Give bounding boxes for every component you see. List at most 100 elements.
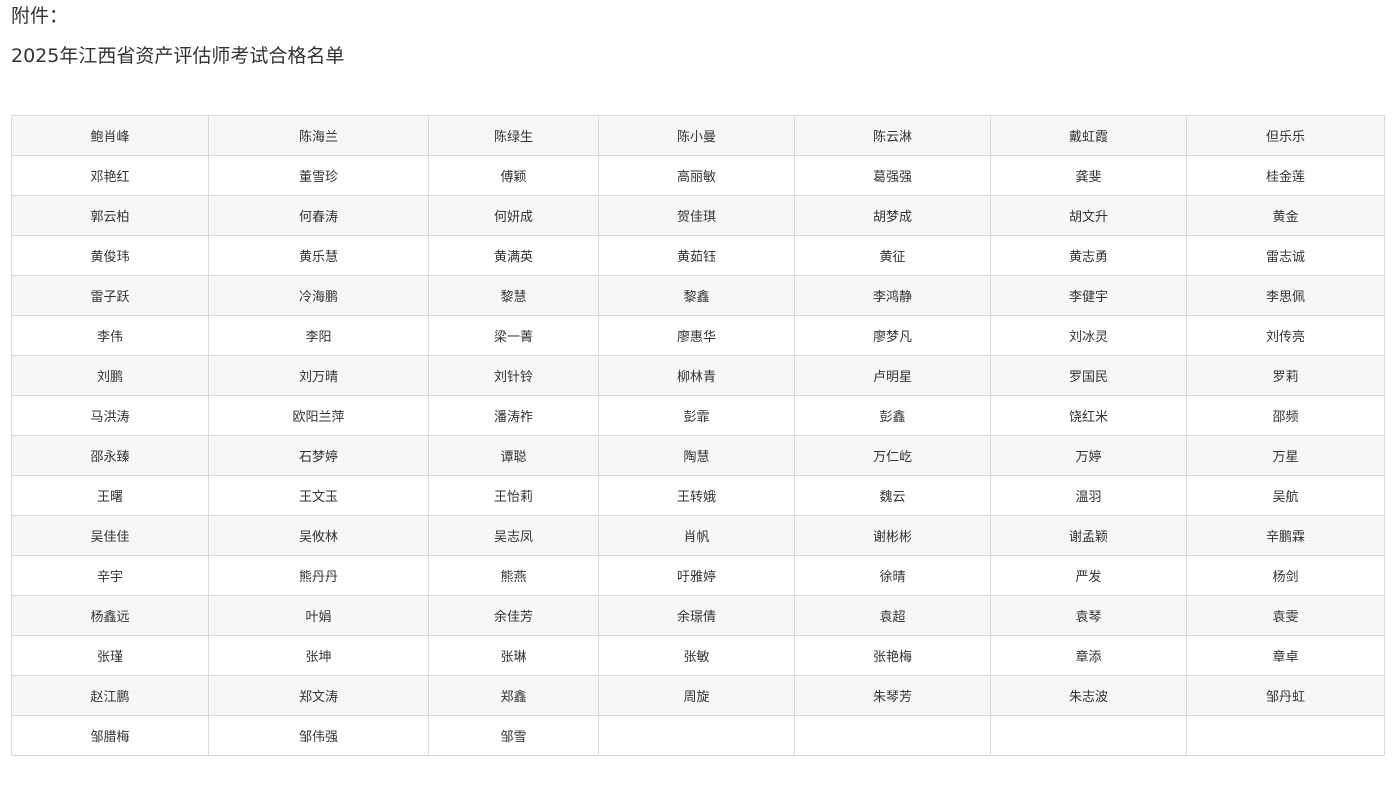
name-cell: 王文玉 [208, 475, 429, 516]
name-cell: 张敏 [598, 635, 795, 676]
name-cell: 雷子跃 [11, 275, 209, 316]
name-cell: 邵永臻 [11, 435, 209, 476]
name-cell: 马洪涛 [11, 395, 209, 436]
name-cell: 刘针铃 [428, 355, 599, 396]
name-cell: 谭聪 [428, 435, 599, 476]
name-cell: 廖梦凡 [794, 315, 991, 356]
name-cell: 谢彬彬 [794, 515, 991, 556]
name-cell: 王曙 [11, 475, 209, 516]
table-row: 王曙 王文玉 王怡莉 王转娥 魏云 温羽 吴航 [11, 475, 1385, 516]
name-cell: 柳林青 [598, 355, 795, 396]
name-cell: 李健宇 [990, 275, 1187, 316]
name-cell: 郑鑫 [428, 675, 599, 716]
name-cell: 刘传亮 [1186, 315, 1385, 356]
name-cell: 鲍肖峰 [11, 115, 209, 156]
name-cell: 吴航 [1186, 475, 1385, 516]
table-row: 赵江鹏 郑文涛 郑鑫 周旋 朱琴芳 朱志波 邹丹虹 [11, 675, 1385, 716]
table-row: 鲍肖峰 陈海兰 陈绿生 陈小曼 陈云淋 戴虹霞 但乐乐 [11, 115, 1385, 156]
name-cell: 万婷 [990, 435, 1187, 476]
document-title: 2025年江西省资产评估师考试合格名单 [11, 45, 345, 67]
name-cell: 袁超 [794, 595, 991, 636]
name-cell: 朱琴芳 [794, 675, 991, 716]
table-row: 邓艳红 董雪珍 傅颖 高丽敏 葛强强 龚斐 桂金莲 [11, 155, 1385, 196]
name-cell: 袁雯 [1186, 595, 1385, 636]
name-cell: 黄俊玮 [11, 235, 209, 276]
name-cell: 卢明星 [794, 355, 991, 396]
name-cell: 黄志勇 [990, 235, 1187, 276]
name-cell: 彭霏 [598, 395, 795, 436]
name-cell [1186, 715, 1385, 756]
name-cell: 吴佳佳 [11, 515, 209, 556]
name-cell: 李鸿静 [794, 275, 991, 316]
name-cell: 何妍成 [428, 195, 599, 236]
table-row: 张瑾 张坤 张琳 张敏 张艳梅 章添 章卓 [11, 635, 1385, 676]
name-cell: 谢孟颖 [990, 515, 1187, 556]
name-cell: 彭鑫 [794, 395, 991, 436]
name-cell: 龚斐 [990, 155, 1187, 196]
name-cell: 冷海鹏 [208, 275, 429, 316]
name-cell: 章卓 [1186, 635, 1385, 676]
name-cell: 何春涛 [208, 195, 429, 236]
name-cell: 陈绿生 [428, 115, 599, 156]
table-row: 辛宇 熊丹丹 熊燕 吁雅婷 徐晴 严发 杨剑 [11, 555, 1385, 596]
name-cell: 梁一菁 [428, 315, 599, 356]
name-cell: 万星 [1186, 435, 1385, 476]
name-cell: 石梦婷 [208, 435, 429, 476]
name-cell: 王转娥 [598, 475, 795, 516]
name-cell: 余璟倩 [598, 595, 795, 636]
name-cell: 罗莉 [1186, 355, 1385, 396]
name-cell: 戴虹霞 [990, 115, 1187, 156]
name-cell: 潘涛祚 [428, 395, 599, 436]
name-cell: 熊丹丹 [208, 555, 429, 596]
name-cell: 朱志波 [990, 675, 1187, 716]
table-row: 邵永臻 石梦婷 谭聪 陶慧 万仁屹 万婷 万星 [11, 435, 1385, 476]
table-row: 邹腊梅 邹伟强 邹雪 [11, 715, 1385, 756]
name-cell: 雷志诚 [1186, 235, 1385, 276]
name-cell: 邹腊梅 [11, 715, 209, 756]
name-cell: 高丽敏 [598, 155, 795, 196]
name-cell: 杨剑 [1186, 555, 1385, 596]
name-cell: 周旋 [598, 675, 795, 716]
name-cell: 吴攸林 [208, 515, 429, 556]
name-cell: 王怡莉 [428, 475, 599, 516]
name-cell: 徐晴 [794, 555, 991, 596]
name-cell: 刘万晴 [208, 355, 429, 396]
name-cell [990, 715, 1187, 756]
name-cell: 邹雪 [428, 715, 599, 756]
table-row: 刘鹏 刘万晴 刘针铃 柳林青 卢明星 罗国民 罗莉 [11, 355, 1385, 396]
name-cell [598, 715, 795, 756]
table-row: 雷子跃 冷海鹏 黎慧 黎鑫 李鸿静 李健宇 李思佩 [11, 275, 1385, 316]
table-row: 杨鑫远 叶娟 余佳芳 余璟倩 袁超 袁琴 袁雯 [11, 595, 1385, 636]
name-cell: 郭云柏 [11, 195, 209, 236]
name-cell: 黄茹钰 [598, 235, 795, 276]
name-cell: 杨鑫远 [11, 595, 209, 636]
name-cell: 傅颖 [428, 155, 599, 196]
name-cell: 陈海兰 [208, 115, 429, 156]
name-cell: 肖帆 [598, 515, 795, 556]
name-cell: 赵江鹏 [11, 675, 209, 716]
name-cell: 欧阳兰萍 [208, 395, 429, 436]
name-cell: 吴志凤 [428, 515, 599, 556]
name-cell: 张瑾 [11, 635, 209, 676]
name-cell: 辛鹏霖 [1186, 515, 1385, 556]
name-cell [794, 715, 991, 756]
table-row: 黄俊玮 黄乐慧 黄满英 黄茹钰 黄征 黄志勇 雷志诚 [11, 235, 1385, 276]
name-cell: 黎慧 [428, 275, 599, 316]
name-cell: 郑文涛 [208, 675, 429, 716]
name-cell: 桂金莲 [1186, 155, 1385, 196]
name-cell: 邹伟强 [208, 715, 429, 756]
name-cell: 邵频 [1186, 395, 1385, 436]
name-cell: 胡文升 [990, 195, 1187, 236]
name-cell: 罗国民 [990, 355, 1187, 396]
name-cell: 邓艳红 [11, 155, 209, 196]
name-cell: 章添 [990, 635, 1187, 676]
table-row: 李伟 李阳 梁一菁 廖惠华 廖梦凡 刘冰灵 刘传亮 [11, 315, 1385, 356]
name-cell: 魏云 [794, 475, 991, 516]
table-body: 鲍肖峰 陈海兰 陈绿生 陈小曼 陈云淋 戴虹霞 但乐乐 邓艳红 董雪珍 傅颖 高丽敏 葛强强 龚斐 桂金莲… [11, 115, 1385, 756]
name-cell: 张琳 [428, 635, 599, 676]
name-cell: 饶红米 [990, 395, 1187, 436]
name-cell: 余佳芳 [428, 595, 599, 636]
name-cell: 邹丹虹 [1186, 675, 1385, 716]
name-cell: 胡梦成 [794, 195, 991, 236]
name-cell: 刘冰灵 [990, 315, 1187, 356]
